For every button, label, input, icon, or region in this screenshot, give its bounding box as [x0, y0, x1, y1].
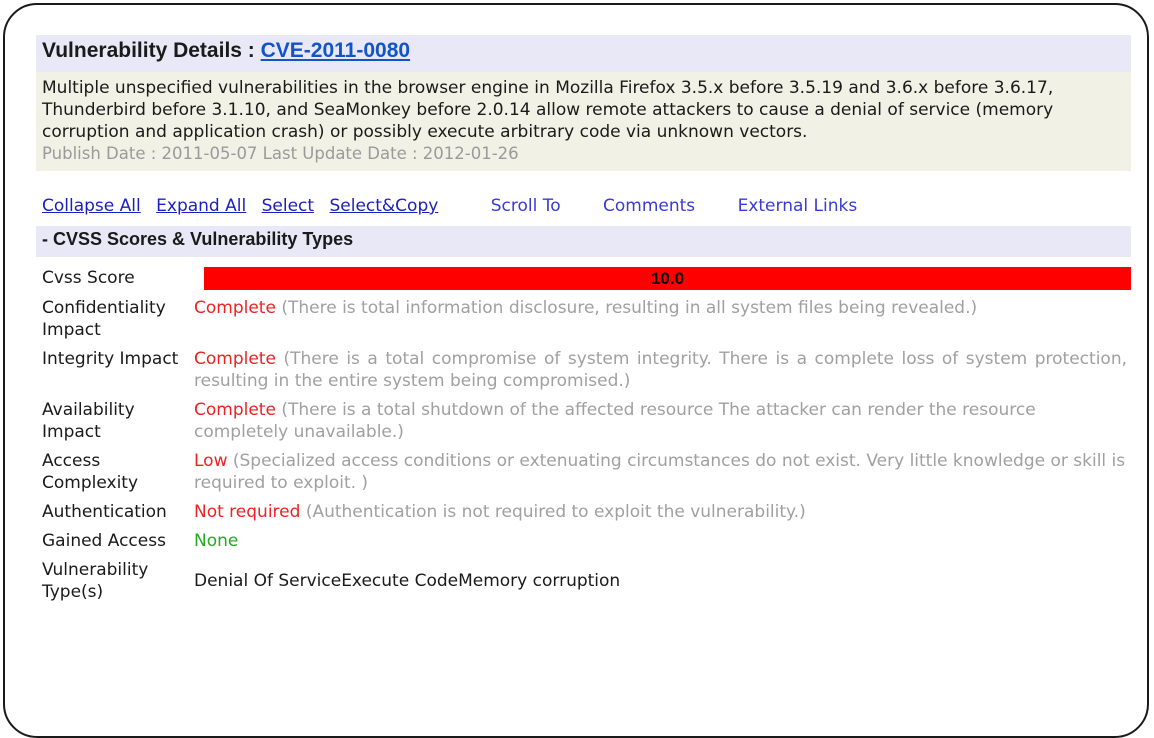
authentication-value: Not required (Authentication is not requ… [194, 501, 1131, 523]
gained-access-label: Gained Access [42, 531, 166, 551]
summary-box: Multiple unspecified vulnerabilities in … [36, 72, 1131, 171]
title-prefix: Vulnerability Details : [42, 39, 261, 62]
collapse-all-link[interactable]: Collapse All [42, 196, 141, 216]
integrity-impact-row: Integrity Impact Complete (There is a to… [42, 348, 1131, 392]
vulnerability-types-row: Vulnerability Type(s) Denial Of ServiceE… [42, 559, 1131, 603]
availability-impact-row: Availability Impact Complete (There is a… [42, 399, 1131, 443]
cvss-score-bar: 10.0 [204, 267, 1131, 290]
vulnerability-description: Multiple unspecified vulnerabilities in … [42, 78, 1054, 142]
cve-id-link[interactable]: CVE-2011-0080 [261, 39, 410, 62]
access-complexity-value: Low (Specialized access conditions or ex… [194, 450, 1131, 494]
confidentiality-impact-value: Complete (There is total information dis… [194, 297, 1131, 341]
gained-access-level: None [194, 531, 239, 551]
vulnerability-details-panel: Vulnerability Details : CVE-2011-0080 Mu… [36, 35, 1131, 610]
integrity-impact-label: Integrity Impact [42, 349, 179, 369]
availability-impact-detail: (There is a total shutdown of the affect… [194, 400, 1036, 442]
expand-all-link[interactable]: Expand All [156, 196, 246, 216]
gained-access-value: None [194, 530, 1131, 552]
page-frame: Vulnerability Details : CVE-2011-0080 Mu… [3, 3, 1149, 738]
access-complexity-detail: (Specialized access conditions or extenu… [194, 451, 1126, 493]
page-title: Vulnerability Details : CVE-2011-0080 [36, 35, 1131, 72]
integrity-impact-value: Complete (There is a total compromise of… [194, 348, 1131, 392]
external-links-menu[interactable]: External Links [738, 196, 858, 216]
integrity-impact-level: Complete [194, 349, 276, 369]
cvss-section-header[interactable]: - CVSS Scores & Vulnerability Types [36, 226, 1131, 257]
cvss-score-row: Cvss Score 10.0 [42, 267, 1131, 290]
availability-impact-label: Availability Impact [42, 400, 135, 442]
comments-link[interactable]: Comments [603, 196, 695, 216]
confidentiality-impact-detail: (There is total information disclosure, … [275, 298, 978, 318]
authentication-row: Authentication Not required (Authenticat… [42, 501, 1131, 523]
vulnerability-types-label: Vulnerability Type(s) [42, 560, 149, 602]
action-links: Collapse All Expand All Select Select&Co… [36, 196, 1131, 226]
access-complexity-label: Access Complexity [42, 451, 139, 493]
confidentiality-impact-label: Confidentiality Impact [42, 298, 166, 340]
vulnerability-types-value: Denial Of ServiceExecute CodeMemory corr… [194, 571, 621, 591]
publish-update-dates: Publish Date : 2011-05-07 Last Update Da… [42, 144, 519, 163]
cvss-table: Cvss Score 10.0 Confidentiality Impact C… [36, 267, 1131, 603]
availability-impact-value: Complete (There is a total shutdown of t… [194, 399, 1131, 443]
access-complexity-row: Access Complexity Low (Specialized acces… [42, 450, 1131, 494]
confidentiality-impact-level: Complete [194, 298, 276, 318]
integrity-impact-detail: (There is a total compromise of system i… [194, 349, 1127, 391]
availability-impact-level: Complete [194, 400, 276, 420]
select-copy-link[interactable]: Select&Copy [329, 196, 438, 216]
authentication-level: Not required [194, 502, 301, 522]
select-link[interactable]: Select [262, 196, 314, 216]
authentication-detail: (Authentication is not required to explo… [300, 502, 806, 522]
confidentiality-impact-row: Confidentiality Impact Complete (There i… [42, 297, 1131, 341]
access-complexity-level: Low [194, 451, 228, 471]
cvss-score-label: Cvss Score [42, 268, 135, 288]
scroll-to-menu[interactable]: Scroll To [491, 196, 561, 216]
gained-access-row: Gained Access None [42, 530, 1131, 552]
authentication-label: Authentication [42, 502, 167, 522]
